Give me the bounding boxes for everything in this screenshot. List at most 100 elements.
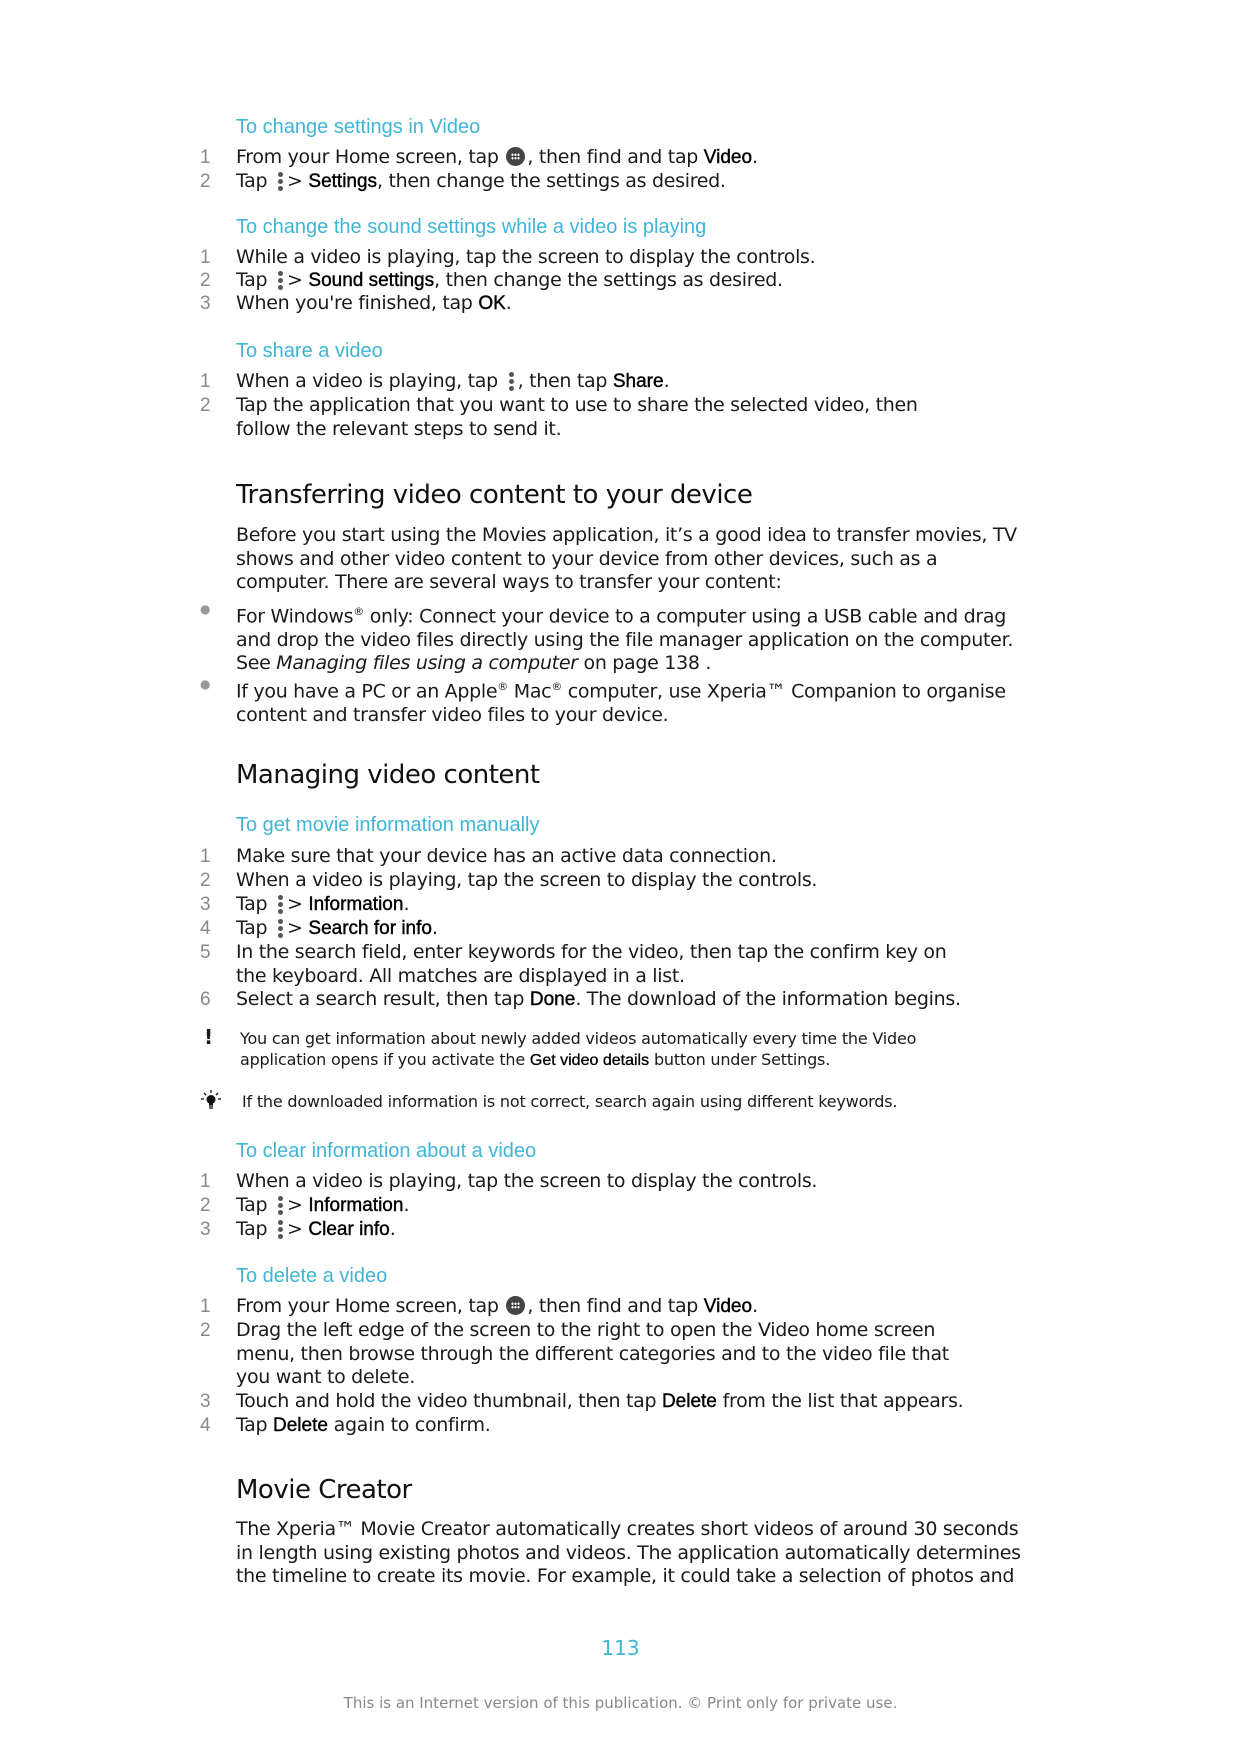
step-number: 5 xyxy=(200,942,211,963)
step-number: 4 xyxy=(200,1415,211,1436)
subheading-clear-info: To clear information about a video xyxy=(236,1140,537,1162)
step: 1 From your Home screen, tap , then find… xyxy=(200,146,758,170)
tip-text: If the downloaded information is not cor… xyxy=(242,1092,898,1111)
step-text: Drag the left edge of the screen to the … xyxy=(236,1319,936,1341)
step-text: Tap xyxy=(236,1414,274,1436)
note-text: You can get information about newly adde… xyxy=(240,1029,917,1048)
more-options-icon xyxy=(276,1195,284,1215)
step-number: 3 xyxy=(200,894,211,915)
step-text: While a video is playing, tap the screen… xyxy=(236,246,816,268)
step: 4 Tap Delete again to confirm. xyxy=(200,1414,491,1438)
step-text: Tap xyxy=(236,1218,274,1240)
step-text: . xyxy=(403,1194,410,1216)
bullet-text: and drop the video files directly using … xyxy=(236,628,1014,651)
paragraph-line: the timeline to create its movie. For ex… xyxy=(236,1565,1015,1587)
step-number: 2 xyxy=(200,171,211,192)
step: 2 Tap > Settings, then change the settin… xyxy=(200,170,726,192)
step: 3 Tap > Information. xyxy=(200,893,410,915)
step-text: menu, then browse through the different … xyxy=(236,1342,949,1365)
step-number: 1 xyxy=(200,1296,211,1317)
step-text: . xyxy=(752,146,758,168)
subheading-delete-video: To delete a video xyxy=(236,1265,388,1287)
step-text: Tap the application that you want to use… xyxy=(236,394,918,416)
step-number: 2 xyxy=(200,1320,211,1341)
step-text: . xyxy=(663,370,670,392)
more-options-icon xyxy=(276,1219,284,1239)
bullet-text: For Windows xyxy=(236,605,354,628)
step-text: , then tap xyxy=(517,370,613,392)
step: 2 Tap > Sound settings, then change the … xyxy=(200,269,783,291)
paragraph-line: shows and other video content to your de… xyxy=(236,547,938,570)
bullet-text: content and transfer video files to your… xyxy=(236,703,669,726)
bullet-text: Mac xyxy=(507,680,552,703)
paragraph-line: The Xperia™ Movie Creator automatically … xyxy=(236,1518,1019,1540)
step: 2 When a video is playing, tap the scree… xyxy=(200,869,817,893)
step-text: Select a search result, then tap xyxy=(236,988,530,1010)
movie-creator-paragraph: The Xperia™ Movie Creator automatically … xyxy=(236,1518,1021,1589)
ui-label-sound-settings: Sound settings xyxy=(308,270,435,291)
step-number: 1 xyxy=(200,371,211,392)
step-text: , then find and tap xyxy=(527,1295,704,1317)
step: 2 Drag the left edge of the screen to th… xyxy=(200,1319,949,1390)
step-text: When you're finished, tap xyxy=(236,292,479,314)
more-options-icon xyxy=(276,918,284,938)
step: 1 Make sure that your device has an acti… xyxy=(200,845,777,869)
ui-label-share: Share xyxy=(612,371,664,392)
step-number: 1 xyxy=(200,1171,211,1192)
heading-transferring: Transferring video content to your devic… xyxy=(236,480,753,510)
note-text: button under Settings. xyxy=(649,1050,831,1069)
step-number: 2 xyxy=(200,1195,211,1216)
step-text: Tap xyxy=(236,269,274,291)
heading-managing: Managing video content xyxy=(236,760,540,790)
ui-label-video: Video xyxy=(703,147,753,168)
step-text: follow the relevant steps to send it. xyxy=(236,417,562,440)
step-text: When a video is playing, tap xyxy=(236,370,504,392)
more-options-icon xyxy=(276,171,284,191)
step: 1 From your Home screen, tap , then find… xyxy=(200,1295,758,1319)
subheading-sound-settings: To change the sound settings while a vid… xyxy=(236,216,707,238)
step-number: 3 xyxy=(200,1219,211,1240)
step-text: the keyboard. All matches are displayed … xyxy=(236,964,685,987)
registered-mark: ® xyxy=(353,605,364,618)
bullet-text: only: Connect your device to a computer … xyxy=(363,605,1007,628)
lightbulb-icon xyxy=(200,1090,236,1116)
step-text: In the search field, enter keywords for … xyxy=(236,941,947,963)
note-text: application opens if you activate the xyxy=(240,1050,530,1069)
step-text: again to confirm. xyxy=(327,1414,491,1436)
step: 2 Tap > Information. xyxy=(200,1194,410,1216)
step-text: Tap xyxy=(236,917,274,939)
step-text: . xyxy=(431,917,438,939)
apps-grid-icon xyxy=(506,147,526,166)
ui-label-ok: OK xyxy=(478,293,506,314)
bullet-text: on page 138 . xyxy=(577,652,712,675)
ui-label-search-for-info: Search for info xyxy=(308,918,432,939)
share-menu-icon xyxy=(507,371,515,391)
step: 3 Tap > Clear info. xyxy=(200,1218,396,1240)
step-text: . xyxy=(389,1218,396,1240)
apps-grid-icon xyxy=(506,1296,526,1315)
step: 5 In the search field, enter keywords fo… xyxy=(200,941,947,988)
cross-reference-link[interactable]: Managing files using a computer xyxy=(276,652,578,674)
ui-label-information: Information xyxy=(308,894,404,915)
ui-label-clear-info: Clear info xyxy=(308,1219,390,1240)
step: 3 Touch and hold the video thumbnail, th… xyxy=(200,1390,964,1414)
bullet-text: If you have a PC or an Apple xyxy=(236,680,498,703)
exclamation-icon: ! xyxy=(204,1025,213,1049)
step: 3 When you're finished, tap OK. xyxy=(200,292,512,316)
step-text: Make sure that your device has an active… xyxy=(236,845,777,867)
registered-mark: ® xyxy=(497,680,508,693)
subheading-share-video: To share a video xyxy=(236,340,383,362)
step-text: Tap xyxy=(236,893,274,915)
footer-notice: This is an Internet version of this publ… xyxy=(343,1694,898,1712)
step: 1 When a video is playing, tap the scree… xyxy=(200,1170,817,1194)
step-text: Tap xyxy=(236,170,274,192)
bullet-item: ● For Windows® only: Connect your device… xyxy=(200,600,1013,676)
ui-label-video: Video xyxy=(703,1296,753,1317)
more-options-icon xyxy=(276,894,284,914)
bullet-text: computer, use Xperia™ Companion to organ… xyxy=(562,680,1006,703)
step: 2 Tap the application that you want to u… xyxy=(200,394,918,441)
ui-label-get-video-details: Get video details xyxy=(529,1052,650,1069)
step-text: Touch and hold the video thumbnail, then… xyxy=(236,1390,662,1412)
step-number: 4 xyxy=(200,918,211,939)
paragraph-line: in length using existing photos and vide… xyxy=(236,1541,1021,1564)
